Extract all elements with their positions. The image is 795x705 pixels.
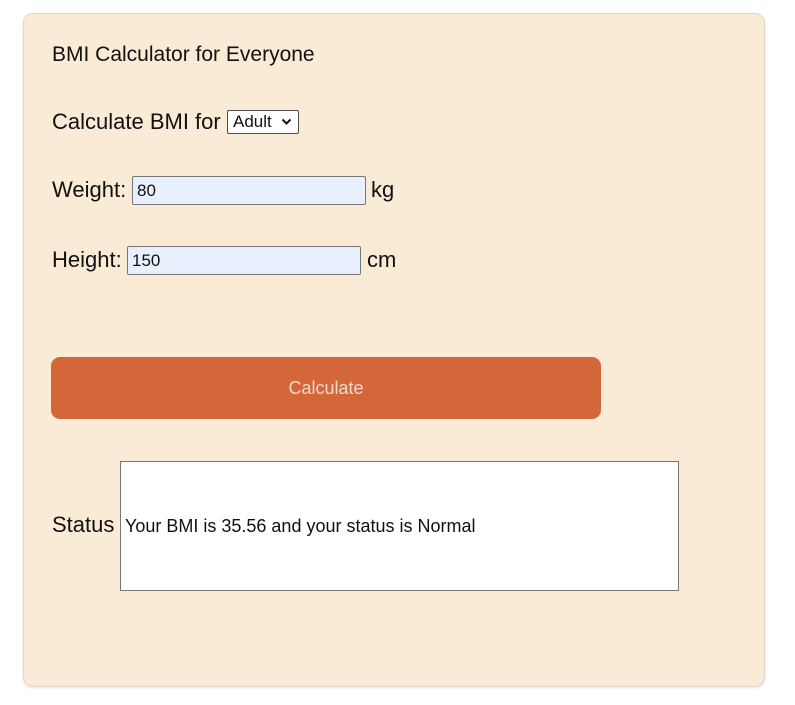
calculate-button[interactable]: Calculate: [51, 357, 601, 419]
age-group-selected-value: Adult: [233, 112, 272, 131]
height-unit: cm: [367, 247, 397, 272]
page-title: BMI Calculator for Everyone: [52, 43, 315, 66]
height-input[interactable]: [127, 246, 361, 275]
age-group-select[interactable]: Adult: [227, 110, 299, 134]
calculate-for-label: Calculate BMI for: [52, 109, 221, 134]
height-label: Height:: [52, 247, 122, 272]
status-output: Your BMI is 35.56 and your status is Nor…: [120, 461, 679, 591]
weight-unit: kg: [371, 177, 395, 202]
weight-input[interactable]: [132, 176, 366, 205]
weight-label: Weight:: [52, 177, 127, 202]
status-label: Status: [52, 512, 115, 537]
status-message: Your BMI is 35.56 and your status is Nor…: [125, 515, 476, 536]
chevron-down-icon: [281, 112, 292, 138]
bmi-calculator-card: BMI Calculator for Everyone Calculate BM…: [23, 13, 765, 687]
